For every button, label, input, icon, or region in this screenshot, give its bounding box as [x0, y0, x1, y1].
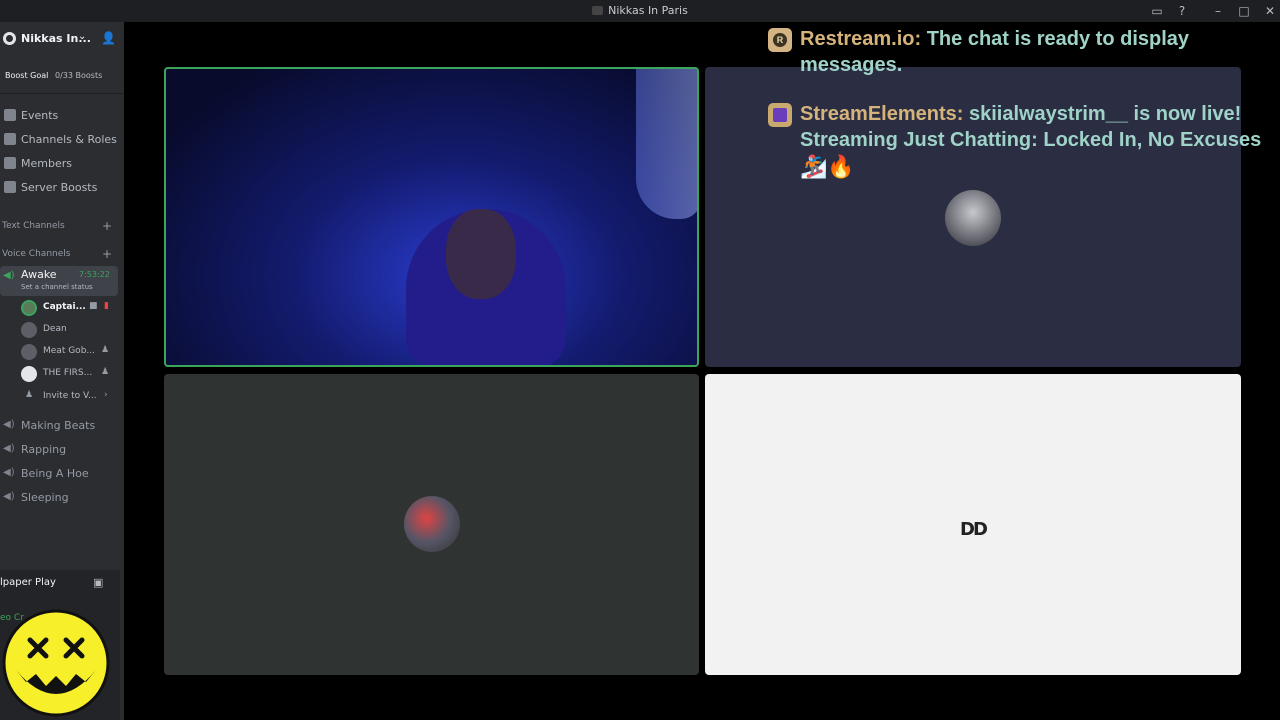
member-name: Meat Gob... [43, 346, 95, 356]
chevron-right-icon: › [104, 390, 108, 400]
background-curtain [636, 69, 697, 219]
member-name: Dean [43, 324, 67, 334]
voice-channel-awake[interactable]: ◀) Awake 7:53:22 Set a channel status [0, 266, 118, 296]
activity-icon: ♟ [101, 367, 110, 377]
nav-item-label: Channels & Roles [21, 133, 117, 146]
chat-username: StreamElements: [800, 103, 964, 125]
chat-username: Restream.io: [800, 28, 922, 50]
invite-to-voice[interactable]: ♟ Invite to V... › [0, 387, 118, 407]
chevron-down-icon[interactable]: ⌄ [78, 31, 86, 42]
voice-channel-rapping[interactable]: ◀) Rapping [0, 440, 124, 460]
close-button[interactable]: ✕ [1262, 3, 1278, 19]
channel-status[interactable]: Set a channel status [21, 283, 93, 291]
channel-name: Awake [21, 268, 57, 281]
invite-label: Invite to V... [43, 391, 97, 401]
boost-goal-count: 0/33 Boosts [55, 71, 103, 80]
voice-member[interactable]: Dean [0, 320, 118, 340]
category-voice-channels[interactable]: Voice Channels + [0, 247, 124, 263]
divider [0, 93, 124, 94]
avatar-logo-text: DD [960, 519, 988, 540]
voice-member[interactable]: Meat Gob... ♟ [0, 342, 118, 362]
nav-item-server-boosts[interactable]: Server Boosts [0, 178, 124, 198]
nav-item-events[interactable]: Events [0, 106, 124, 126]
app-icon [592, 6, 604, 15]
participant-avatar [404, 496, 460, 552]
server-header[interactable]: Nikkas In... ⌄ 👤 [0, 22, 124, 58]
participant-avatar: DD [945, 502, 1001, 558]
channels-icon [4, 133, 16, 145]
call-timer: 7:53:22 [79, 270, 110, 279]
voice-member[interactable]: Captai... ■ ▮ [0, 298, 118, 318]
chat-message-text: StreamElements: skiialwaystrim__ is now … [800, 101, 1270, 153]
maximize-button[interactable]: □ [1236, 3, 1252, 19]
nav-item-label: Server Boosts [21, 181, 98, 194]
avatar [21, 366, 37, 382]
channel-name: Rapping [21, 443, 67, 456]
avatar [21, 300, 37, 316]
camera-icon: ■ [89, 301, 98, 311]
activity-label: lpaper Play [0, 577, 56, 588]
voice-channel-making-beats[interactable]: ◀) Making Beats [0, 416, 124, 436]
voice-channel-being-a-hoe[interactable]: ◀) Being A Hoe [0, 464, 124, 484]
restream-badge-icon: R [768, 28, 792, 52]
screen-share-icon[interactable]: ▣ [93, 576, 103, 589]
streamer-head [446, 209, 516, 299]
nav-item-members[interactable]: Members [0, 154, 124, 174]
channel-name: Making Beats [21, 419, 96, 432]
invite-icon: ♟ [25, 390, 34, 400]
channel-name: Being A Hoe [21, 467, 89, 480]
smiley-sticker [2, 609, 110, 717]
speaker-icon: ◀) [3, 270, 15, 281]
member-name: THE FIRS... [43, 368, 93, 378]
category-text-channels[interactable]: Text Channels + [0, 219, 124, 235]
chat-message-text: Restream.io: The chat is ready to displa… [800, 26, 1270, 78]
minimize-button[interactable]: – [1210, 3, 1226, 19]
add-channel-icon[interactable]: + [102, 219, 112, 233]
window-title: Nikkas In Paris [0, 4, 1280, 17]
boost-goal[interactable]: Boost Goal 0/33 Boosts [0, 66, 124, 86]
nav-item-channels-roles[interactable]: Channels & Roles [0, 130, 124, 150]
boost-icon [4, 181, 16, 193]
speaker-icon: ◀) [3, 491, 15, 502]
voice-member[interactable]: THE FIRS... ♟ [0, 364, 118, 384]
member-name: Captai... [43, 302, 86, 312]
members-icon [4, 157, 16, 169]
channel-name: Sleeping [21, 491, 69, 504]
category-label: Text Channels [2, 221, 65, 231]
participant-avatar [945, 190, 1001, 246]
speaker-icon: ◀) [3, 467, 15, 478]
twitch-badge-icon [768, 103, 792, 127]
activity-icon: ♟ [101, 345, 110, 355]
live-icon: ▮ [104, 301, 109, 311]
speaker-icon: ◀) [3, 419, 15, 430]
server-icon [3, 32, 16, 45]
add-user-icon[interactable]: 👤 [101, 31, 116, 45]
inbox-icon[interactable]: ▭ [1149, 3, 1165, 19]
title-bar: Nikkas In Paris ▭ ? – □ ✕ [0, 0, 1280, 22]
category-label: Voice Channels [2, 249, 71, 259]
add-channel-icon[interactable]: + [102, 247, 112, 261]
help-icon[interactable]: ? [1174, 3, 1190, 19]
calendar-icon [4, 109, 16, 121]
speaker-icon: ◀) [3, 443, 15, 454]
boost-goal-label: Boost Goal [5, 71, 49, 80]
avatar [21, 344, 37, 360]
video-tile-camera[interactable] [164, 67, 699, 367]
window-title-text: Nikkas In Paris [608, 4, 688, 17]
chat-emojis: 🏂🔥 [800, 155, 855, 180]
avatar [21, 322, 37, 338]
nav-item-label: Members [21, 157, 72, 170]
nav-item-label: Events [21, 109, 59, 122]
voice-channel-sleeping[interactable]: ◀) Sleeping [0, 488, 124, 508]
